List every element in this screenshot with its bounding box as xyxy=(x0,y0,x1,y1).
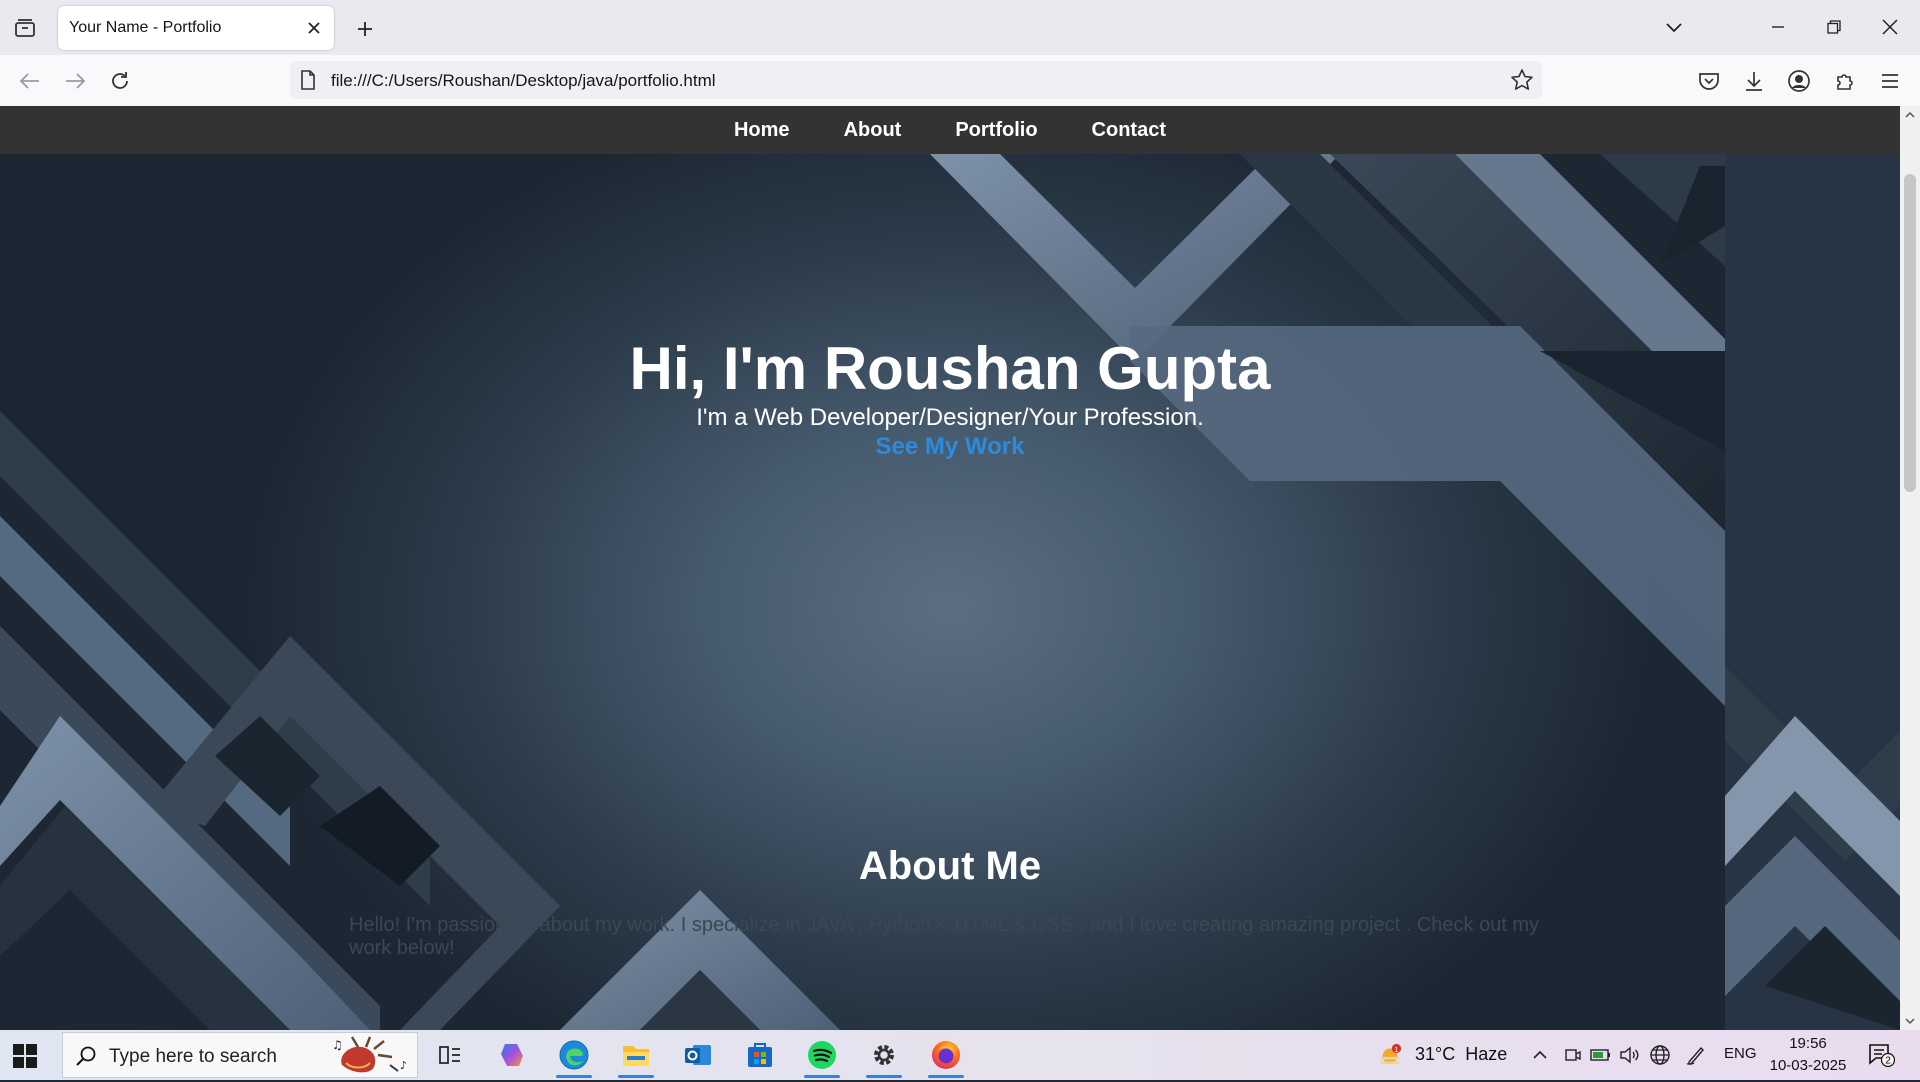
web-page: Home About Portfolio Contact Hi, I'm Rou… xyxy=(0,106,1900,1030)
scroll-down-arrow-icon[interactable] xyxy=(1900,1012,1920,1030)
active-tab[interactable]: Your Name - Portfolio xyxy=(58,6,334,50)
spotify-running-indicator xyxy=(804,1075,840,1078)
search-placeholder: Type here to search xyxy=(109,1046,277,1067)
account-icon[interactable] xyxy=(1784,66,1814,96)
taskbar: Type here to search ♫ ♪ 1 31°C Haze ENG … xyxy=(0,1030,1920,1080)
tab-overflow-chevron-icon[interactable] xyxy=(1656,10,1692,44)
notifications-count: 2 xyxy=(1885,1056,1891,1067)
outlook-icon[interactable] xyxy=(674,1035,722,1075)
explorer-running-indicator xyxy=(618,1075,654,1078)
settings-running-indicator xyxy=(866,1075,902,1078)
hero-cta-wrapper: See My Work xyxy=(0,433,1900,461)
address-bar[interactable]: file:///C:/Users/Roushan/Desktop/java/po… xyxy=(290,61,1542,99)
clock-date[interactable]: 10-03-2025 xyxy=(1768,1057,1848,1074)
pocket-icon[interactable] xyxy=(1694,66,1724,96)
network-globe-icon[interactable] xyxy=(1648,1043,1672,1067)
search-highlight-bagpipes-icon: ♫ ♪ xyxy=(328,1035,416,1082)
background-art xyxy=(0,154,1725,1030)
edge-running-indicator xyxy=(556,1075,592,1078)
close-window-icon[interactable] xyxy=(1872,10,1908,44)
firefox-icon[interactable] xyxy=(922,1035,970,1078)
windows-start-icon[interactable] xyxy=(12,1043,38,1069)
nav-portfolio[interactable]: Portfolio xyxy=(955,119,1037,142)
spotify-icon[interactable] xyxy=(798,1035,846,1078)
notifications-icon[interactable]: 2 xyxy=(1866,1043,1896,1068)
right-background-strip xyxy=(1725,106,1900,1030)
nav-about[interactable]: About xyxy=(844,119,902,142)
firefox-running-indicator xyxy=(928,1075,964,1078)
svg-text:♫: ♫ xyxy=(332,1038,343,1052)
restore-icon[interactable] xyxy=(1816,10,1852,44)
nav-home[interactable]: Home xyxy=(734,119,790,142)
volume-icon[interactable] xyxy=(1617,1043,1641,1067)
weather-icon[interactable]: 1 xyxy=(1378,1043,1402,1067)
back-arrow-icon[interactable] xyxy=(15,66,45,96)
url-text: file:///C:/Users/Roushan/Desktop/java/po… xyxy=(331,71,716,90)
settings-gear-icon[interactable] xyxy=(860,1035,908,1078)
minimize-icon[interactable] xyxy=(1760,10,1796,44)
site-nav: Home About Portfolio Contact xyxy=(0,106,1900,154)
about-text: Hello! I'm passionate about my work. I s… xyxy=(349,914,1540,959)
weather-alert-badge: 1 xyxy=(1394,1045,1398,1054)
menu-hamburger-icon[interactable] xyxy=(1875,66,1905,96)
language-indicator[interactable]: ENG xyxy=(1724,1045,1757,1062)
about-title: About Me xyxy=(858,844,1042,888)
forward-arrow-icon[interactable] xyxy=(60,66,90,96)
downloads-icon[interactable] xyxy=(1739,66,1769,96)
hero-title: Hi, I'm Roushan Gupta xyxy=(629,335,1271,402)
pen-ink-icon[interactable] xyxy=(1684,1043,1708,1067)
show-hidden-icons-chevron-icon[interactable] xyxy=(1528,1043,1552,1067)
copilot-icon[interactable] xyxy=(488,1035,536,1075)
task-view-icon[interactable] xyxy=(426,1035,474,1075)
browser-toolbar: file:///C:/Users/Roushan/Desktop/java/po… xyxy=(0,55,1920,107)
scroll-up-arrow-icon[interactable] xyxy=(1900,106,1920,124)
page-scrollbar[interactable] xyxy=(1900,106,1920,1030)
file-explorer-icon[interactable] xyxy=(612,1035,660,1078)
hero-subtitle: I'm a Web Developer/Designer/Your Profes… xyxy=(696,404,1204,431)
extensions-puzzle-icon[interactable] xyxy=(1830,66,1860,96)
tab-title: Your Name - Portfolio xyxy=(69,19,222,36)
new-tab-icon[interactable] xyxy=(350,14,380,44)
battery-icon[interactable] xyxy=(1589,1043,1613,1067)
edge-icon[interactable] xyxy=(550,1035,598,1078)
tab-list-icon[interactable] xyxy=(10,14,40,42)
close-tab-icon[interactable] xyxy=(304,18,324,38)
browser-tab-bar: Your Name - Portfolio xyxy=(0,0,1920,55)
svg-text:♪: ♪ xyxy=(400,1059,407,1072)
weather-text[interactable]: 31°C Haze xyxy=(1415,1044,1507,1065)
clock-time[interactable]: 19:56 xyxy=(1774,1035,1842,1052)
page-icon xyxy=(300,70,316,95)
bookmark-star-icon[interactable] xyxy=(1510,68,1534,97)
reload-icon[interactable] xyxy=(105,66,135,96)
search-icon xyxy=(75,1045,97,1072)
meet-now-icon[interactable] xyxy=(1561,1043,1585,1067)
scroll-thumb[interactable] xyxy=(1904,174,1916,492)
see-my-work-link[interactable]: See My Work xyxy=(876,433,1025,460)
nav-contact[interactable]: Contact xyxy=(1092,119,1166,142)
microsoft-store-icon[interactable] xyxy=(736,1035,784,1075)
taskbar-search-box[interactable]: Type here to search ♫ ♪ xyxy=(62,1032,418,1078)
